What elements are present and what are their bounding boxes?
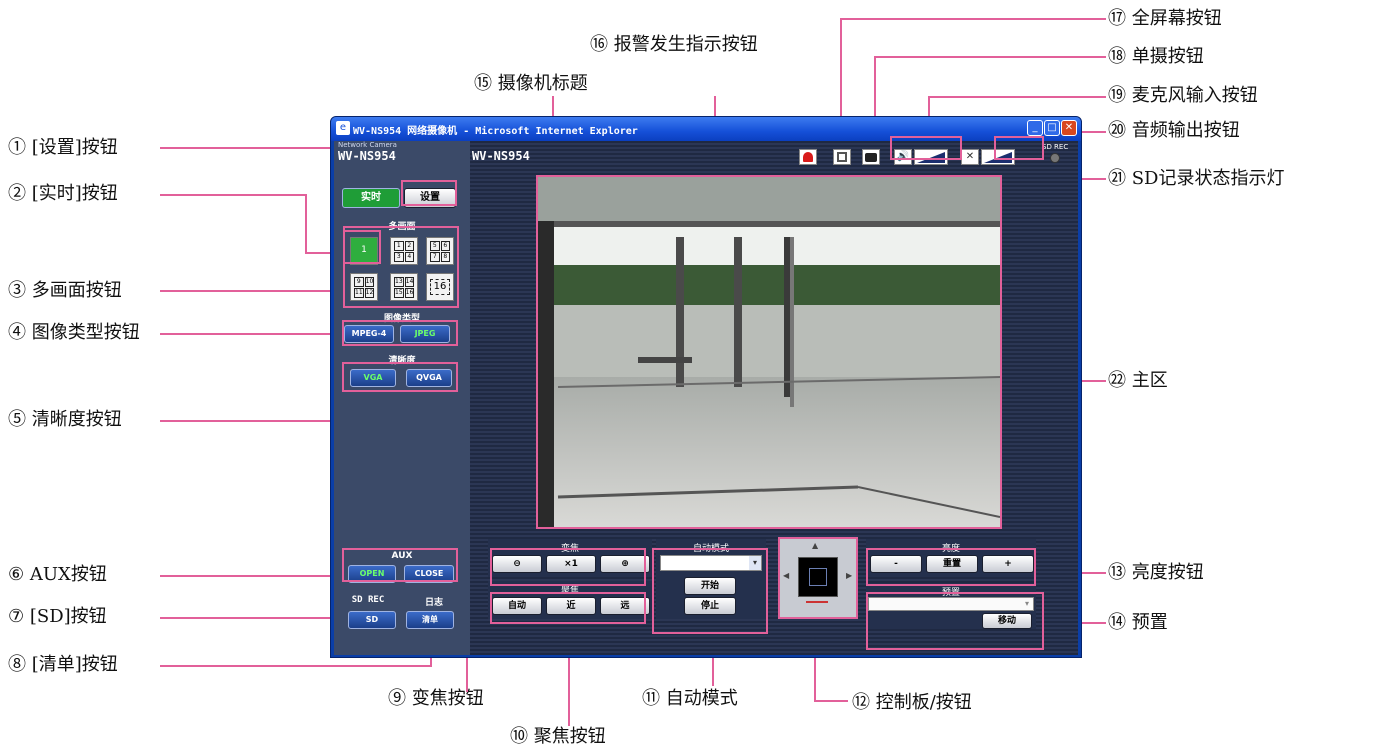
fullscreen-icon xyxy=(837,152,847,162)
leader-line xyxy=(160,194,306,196)
callout-main-area: ㉒ 主区 xyxy=(1108,370,1168,391)
alarm-icon xyxy=(803,152,813,162)
pan-up-icon[interactable]: ▲ xyxy=(812,541,818,550)
callout-list-button: ⑧ [清单]按钮 xyxy=(8,654,118,675)
camera-image xyxy=(538,177,1000,527)
control-pad: ▲ ◀ ▶ xyxy=(778,537,858,619)
alarm-indicator-button[interactable] xyxy=(799,149,817,165)
callout-sd-button: ⑦ [SD]按钮 xyxy=(8,606,107,627)
leader-line xyxy=(160,575,342,577)
snapshot-button[interactable] xyxy=(862,149,880,165)
pan-down-icon[interactable] xyxy=(806,601,828,603)
sd-rec-status-lamp xyxy=(1050,153,1060,163)
list-button[interactable]: 清单 xyxy=(406,611,454,629)
maximize-button[interactable]: □ xyxy=(1044,120,1060,136)
sd-rec-title: SD REC xyxy=(351,595,385,605)
callout-resolution-buttons: ⑤ 清晰度按钮 xyxy=(8,409,122,430)
callout-mic-button: ⑲ 麦克风输入按钮 xyxy=(1108,85,1258,106)
callout-image-type-buttons: ④ 图像类型按钮 xyxy=(8,322,140,343)
leader-line xyxy=(814,700,848,702)
callout-sd-status-lamp: ㉑ SD记录状态指示灯 xyxy=(1108,168,1285,189)
pan-left-icon[interactable]: ◀ xyxy=(783,571,789,580)
callout-aux-buttons: ⑥ AUX按钮 xyxy=(8,564,107,585)
log-title: 日志 xyxy=(424,598,443,608)
leader-line xyxy=(840,18,1106,20)
leader-line xyxy=(840,18,842,126)
callout-setup-button: ① [设置]按钮 xyxy=(8,137,118,158)
callout-live-button: ② [实时]按钮 xyxy=(8,183,118,204)
camera-title: WV-NS954 xyxy=(472,149,530,163)
highlight-auto-mode xyxy=(652,548,768,634)
control-pad-center[interactable] xyxy=(798,557,838,597)
leader-line xyxy=(160,290,342,292)
ie-icon: e xyxy=(336,121,350,135)
highlight-image-type xyxy=(342,320,458,346)
highlight-mic xyxy=(890,136,962,160)
model-name: WV-NS954 xyxy=(338,149,396,163)
minimize-button[interactable]: _ xyxy=(1027,120,1043,136)
close-button[interactable]: ✕ xyxy=(1061,120,1077,136)
title-bar: e WV-NS954 网络摄像机 - Microsoft Internet Ex… xyxy=(331,117,1081,141)
fullscreen-button[interactable] xyxy=(833,149,851,165)
callout-fullscreen-button: ⑰ 全屏幕按钮 xyxy=(1108,8,1222,29)
sd-button[interactable]: SD xyxy=(348,611,396,629)
leader-line xyxy=(160,617,342,619)
highlight-focus xyxy=(490,592,646,624)
callout-zoom-buttons: ⑨ 变焦按钮 xyxy=(388,688,484,709)
highlight-multiscreen xyxy=(343,226,459,308)
highlight-setup xyxy=(401,180,457,206)
highlight-aux xyxy=(342,548,458,582)
callout-audio-out-button: ⑳ 音频输出按钮 xyxy=(1108,120,1240,141)
mute-icon: ✕ xyxy=(965,151,975,162)
callout-control-pad: ⑫ 控制板/按钮 xyxy=(852,692,972,713)
callout-preset: ⑭ 预置 xyxy=(1108,612,1168,633)
callout-brightness-buttons: ⑬ 亮度按钮 xyxy=(1108,562,1204,583)
highlight-audio-out xyxy=(994,136,1044,160)
leader-line xyxy=(305,194,307,254)
leader-line xyxy=(160,333,342,335)
leader-line xyxy=(874,56,1106,58)
highlight-resolution xyxy=(342,362,458,392)
audio-output-button[interactable]: ✕ xyxy=(961,149,979,165)
window-title: WV-NS954 网络摄像机 - Microsoft Internet Expl… xyxy=(353,126,638,137)
highlight-zoom xyxy=(490,548,646,586)
live-button[interactable]: 实时 xyxy=(342,188,400,208)
callout-multiscreen-buttons: ③ 多画面按钮 xyxy=(8,280,122,301)
callout-focus-buttons: ⑩ 聚焦按钮 xyxy=(510,726,606,747)
callout-auto-mode: ⑪ 自动模式 xyxy=(642,688,738,709)
highlight-brightness xyxy=(866,548,1036,586)
callout-alarm-indicator: ⑯ 报警发生指示按钮 xyxy=(590,34,758,55)
pan-right-icon[interactable]: ▶ xyxy=(846,571,852,580)
sd-rec-status-label: SD REC xyxy=(1042,143,1069,151)
callout-camera-title: ⑮ 摄像机标题 xyxy=(474,73,588,94)
callout-snapshot-button: ⑱ 单摄按钮 xyxy=(1108,46,1204,67)
camera-icon xyxy=(865,153,877,162)
leader-line xyxy=(160,665,432,667)
highlight-preset xyxy=(866,592,1044,650)
leader-line xyxy=(928,96,1106,98)
control-pad-target xyxy=(809,568,827,586)
logo-small: Network Camera xyxy=(338,141,397,149)
camera-image-frame xyxy=(536,175,1002,529)
